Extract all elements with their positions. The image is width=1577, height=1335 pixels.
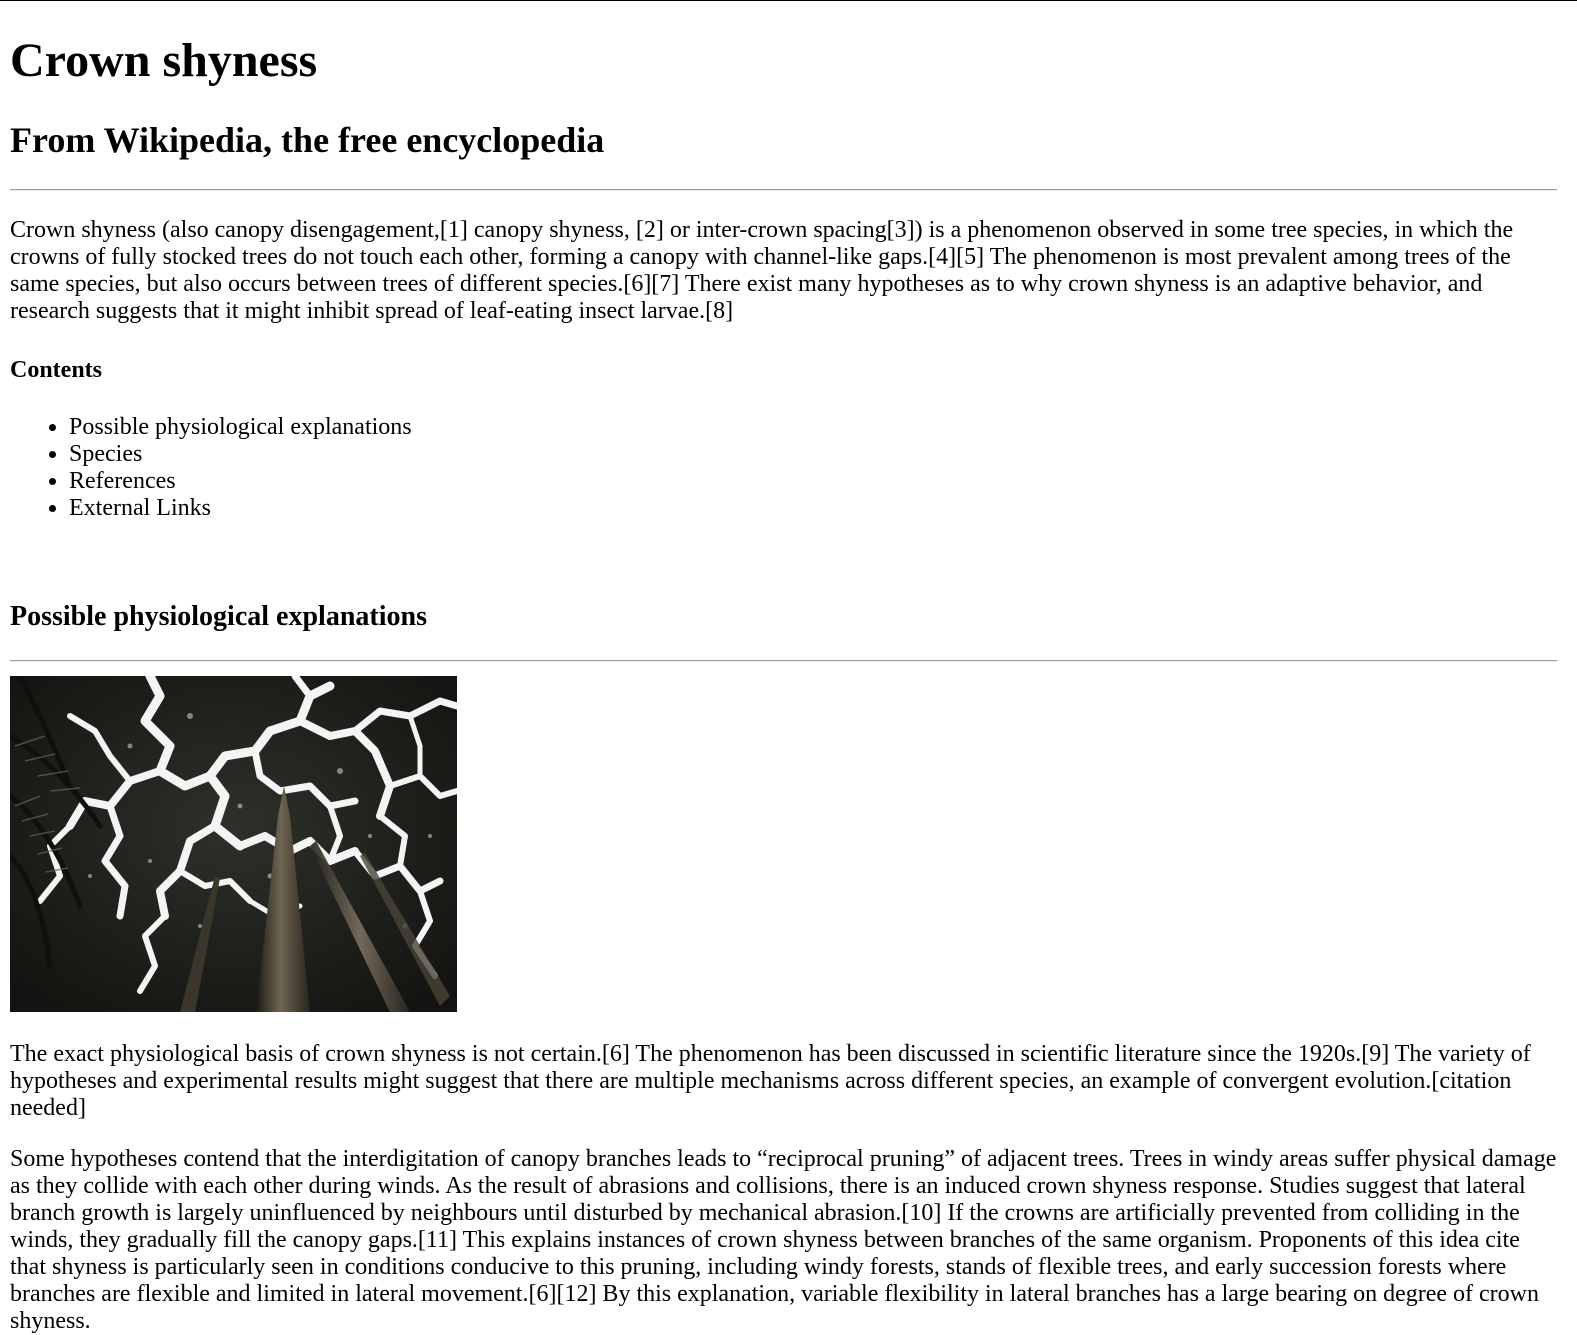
table-of-contents: Possible physiological explanations Spec… <box>10 414 412 522</box>
toc-item-external-links[interactable]: External Links <box>69 495 412 522</box>
intro-paragraph: Crown shyness (also canopy disengagement… <box>10 217 1514 324</box>
page-title: Crown shyness <box>10 34 318 87</box>
page-top-border <box>0 0 1577 1</box>
toc-item-references[interactable]: References <box>69 468 412 495</box>
section-heading-physiological: Possible physiological explanations <box>10 601 427 632</box>
toc-item-physiological[interactable]: Possible physiological explanations <box>69 414 412 441</box>
physiology-paragraph-2: Some hypotheses contend that the interdi… <box>10 1146 1557 1334</box>
physiology-paragraph-1: The exact physiological basis of crown s… <box>10 1041 1531 1121</box>
page-subtitle: From Wikipedia, the free encyclopedia <box>10 120 605 160</box>
section-divider <box>10 660 1557 662</box>
toc-item-species[interactable]: Species <box>69 441 412 468</box>
title-divider <box>10 189 1557 191</box>
crown-shyness-photo <box>10 676 457 1012</box>
contents-heading: Contents <box>10 357 103 383</box>
